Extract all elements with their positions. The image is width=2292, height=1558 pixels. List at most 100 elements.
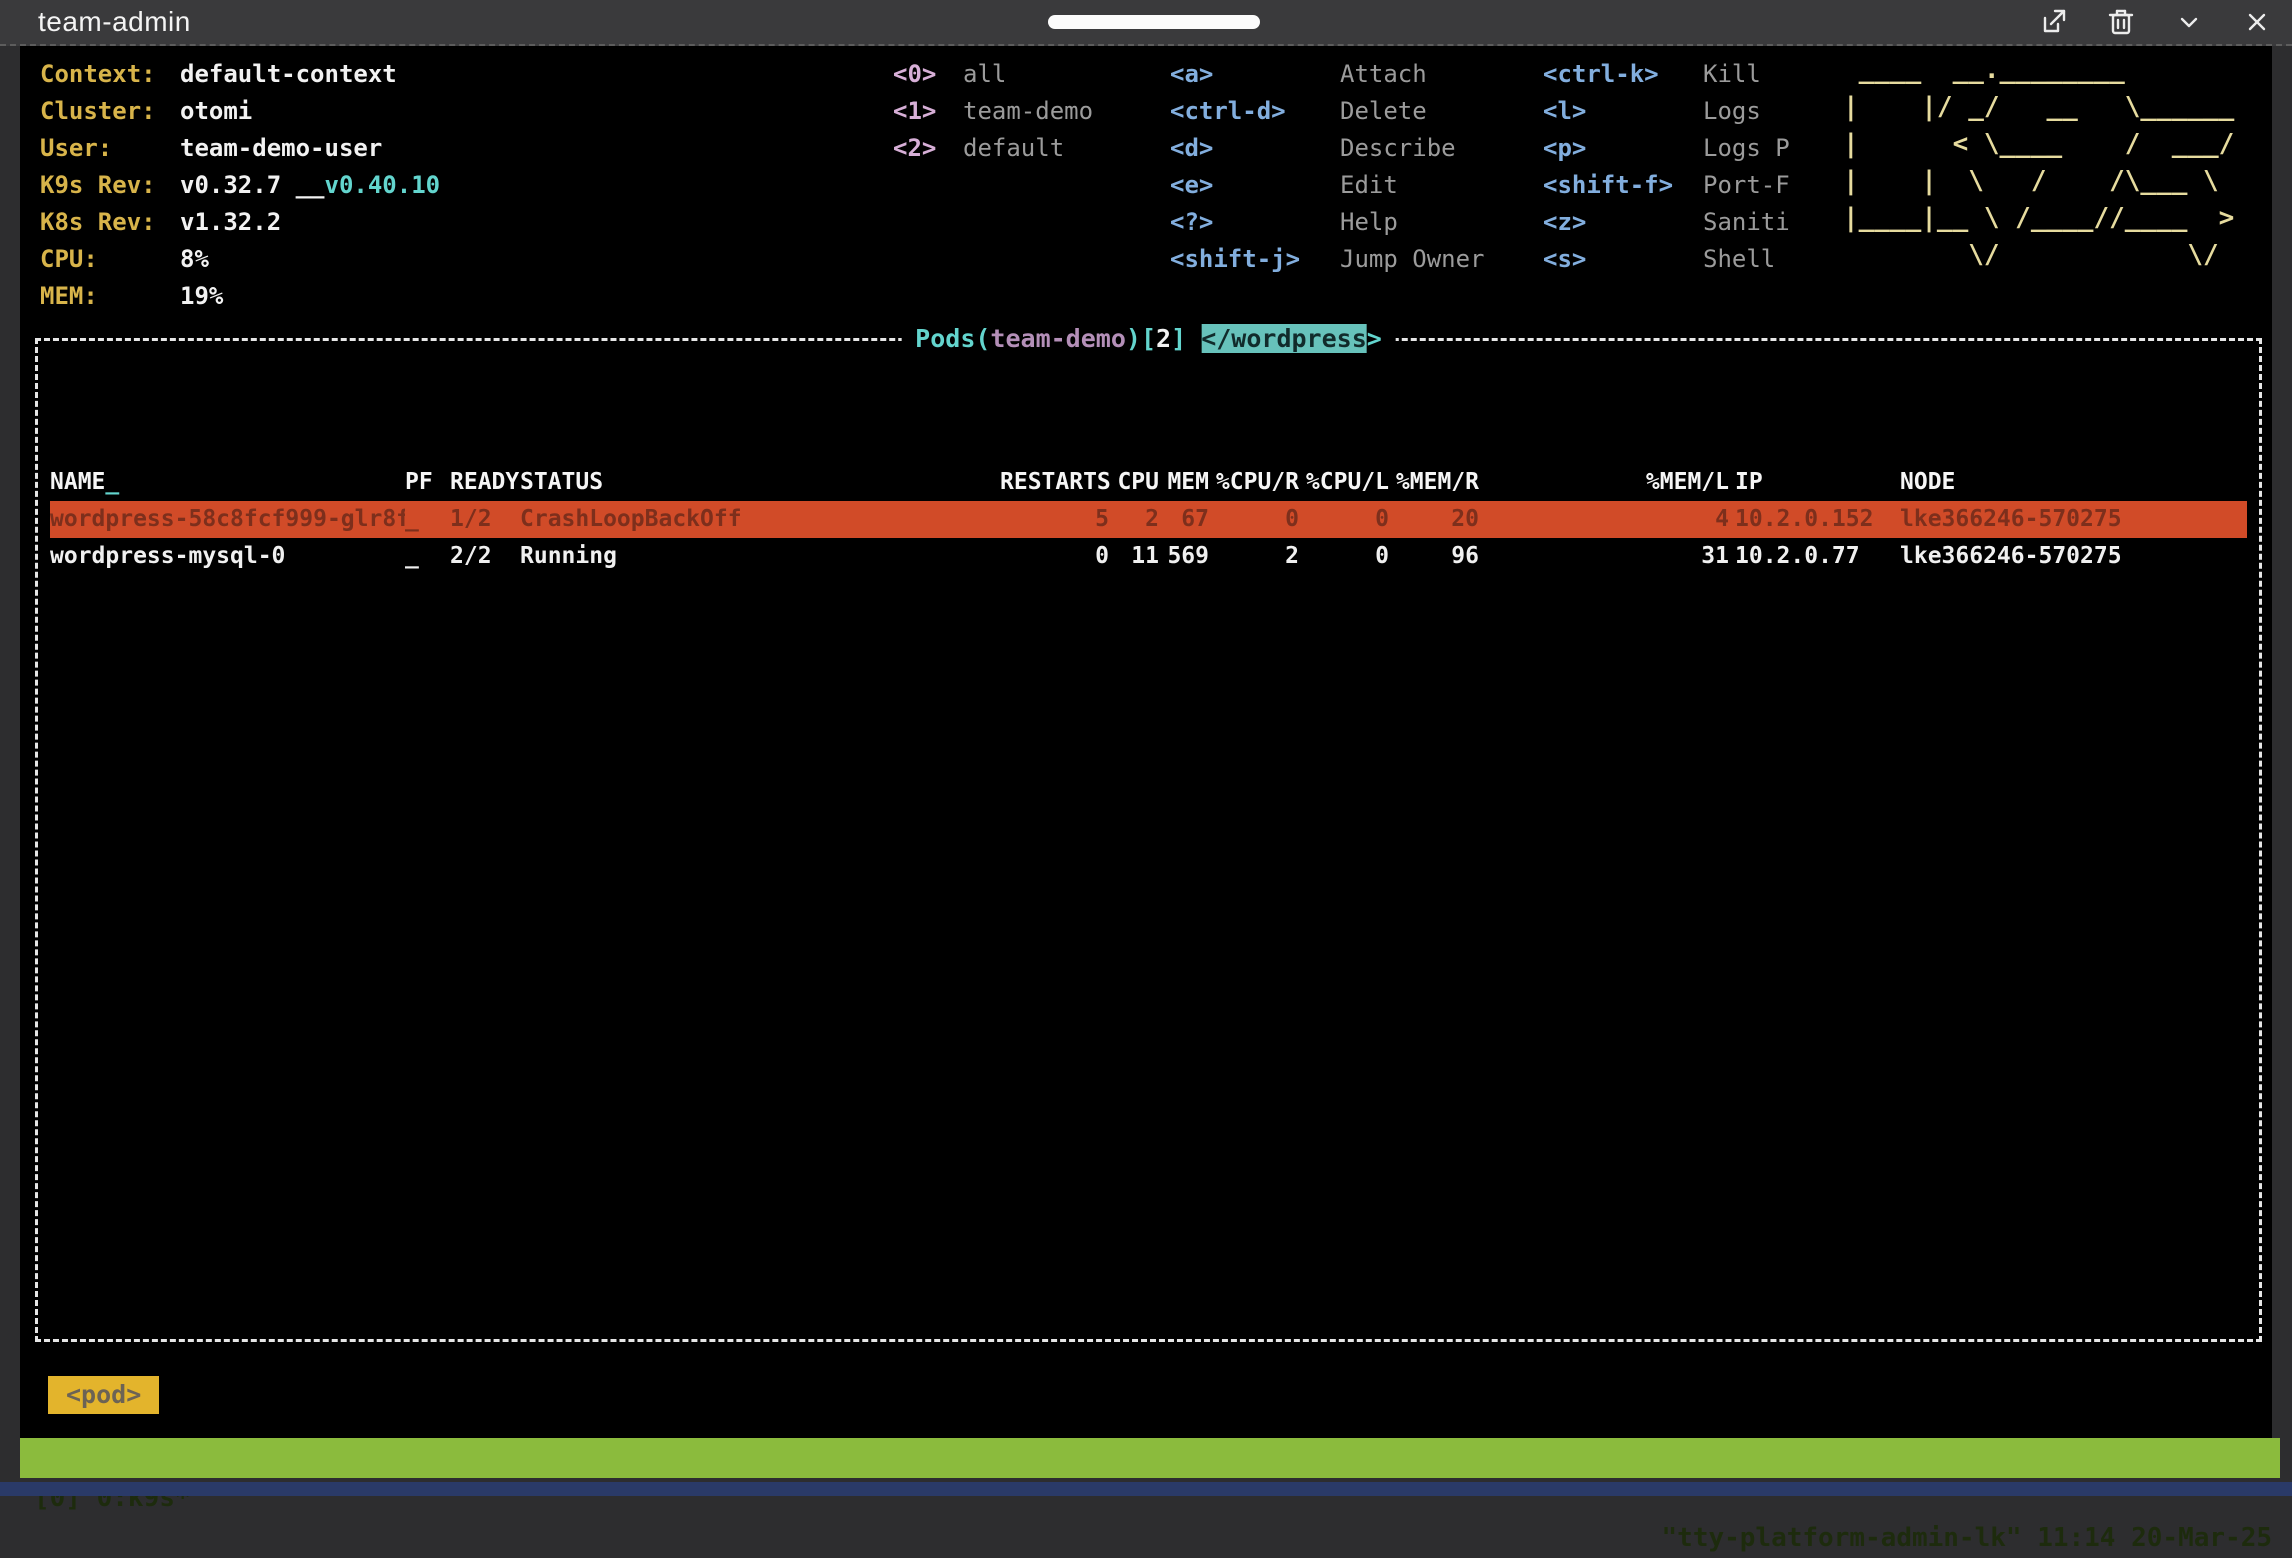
info-value: v1.32.2	[180, 204, 281, 241]
drag-handle[interactable]	[1048, 15, 1260, 29]
action-shortcut-key: <ctrl-k>	[1543, 56, 1659, 93]
action-shortcut-label: Kill	[1703, 56, 1761, 93]
cell: 0	[1305, 501, 1395, 538]
info-value: team-demo-user	[180, 130, 382, 167]
cell: 0	[1215, 501, 1305, 538]
cell: Running	[520, 538, 1000, 575]
action-shortcut-label: Attach	[1340, 56, 1427, 93]
action-shortcut-label: Jump Owner	[1340, 241, 1485, 278]
cell: 0	[1305, 538, 1395, 575]
action-shortcut-label: Describe	[1340, 130, 1456, 167]
action-shortcut-key: <shift-f>	[1543, 167, 1673, 204]
titlebar: team-admin	[0, 0, 2292, 46]
action-shortcut-key: <ctrl-d>	[1170, 93, 1286, 130]
action-shortcut-key: <shift-j>	[1170, 241, 1300, 278]
column-header: NODE	[1900, 464, 2247, 501]
action-shortcut-label: Logs P	[1703, 130, 1790, 167]
breadcrumb-part: )	[1126, 324, 1141, 353]
cell: 10.2.0.77	[1735, 538, 1900, 575]
action-shortcut-key: <?>	[1170, 204, 1213, 241]
column-header: %MEM/L	[1485, 464, 1735, 501]
action-shortcut-key: <s>	[1543, 241, 1586, 278]
window-title: team-admin	[38, 6, 191, 38]
column-header: NAME_	[50, 464, 405, 501]
chevron-down-icon[interactable]	[2172, 5, 2206, 39]
action-shortcut-key: <d>	[1170, 130, 1213, 167]
cell: lke366246-570275	[1900, 538, 2247, 575]
table-header-row: NAME_PFREADYSTATUSRESTARTSCPUMEM%CPU/R%C…	[50, 464, 2247, 501]
info-label: K8s Rev:	[40, 204, 156, 241]
cell: 1/2	[450, 501, 520, 538]
action-shortcut-label: Logs	[1703, 93, 1761, 130]
column-header: PF	[405, 464, 450, 501]
cell: wordpress-mysql-0	[50, 538, 405, 575]
namespace-shortcut-label: default	[963, 130, 1064, 167]
column-header: %MEM/R	[1395, 464, 1485, 501]
open-in-new-icon[interactable]	[2036, 5, 2070, 39]
cell: _	[405, 501, 450, 538]
breadcrumb-part: Pods(	[915, 324, 990, 353]
cell: 4	[1485, 501, 1735, 538]
cell: 5	[1000, 501, 1115, 538]
action-shortcut-label: Help	[1340, 204, 1398, 241]
bottom-strip	[0, 1482, 2292, 1496]
resource-badge: <pod>	[48, 1376, 159, 1414]
column-header: CPU	[1115, 464, 1165, 501]
cell: _	[405, 538, 450, 575]
column-header: IP	[1735, 464, 1900, 501]
tmux-status-bar: [0] 0:k9s* "tty-platform-admin-lk" 11:14…	[20, 1438, 2280, 1478]
action-shortcut-key: <a>	[1170, 56, 1213, 93]
info-value: 19%	[180, 278, 223, 315]
info-label: Context:	[40, 56, 156, 93]
pod-row[interactable]: wordpress-mysql-0_2/2Running011569209631…	[50, 538, 2247, 575]
action-shortcut-key: <l>	[1543, 93, 1586, 130]
cell: wordpress-58c8fcf999-glr8f	[50, 501, 405, 538]
action-shortcut-label: Edit	[1340, 167, 1398, 204]
column-header: MEM	[1165, 464, 1215, 501]
pods-table: NAME_PFREADYSTATUSRESTARTSCPUMEM%CPU/R%C…	[38, 452, 2259, 575]
column-header: %CPU/L	[1305, 464, 1395, 501]
cell: 11	[1115, 538, 1165, 575]
namespace-shortcut-key: <0>	[893, 56, 936, 93]
namespace-shortcut-key: <2>	[893, 130, 936, 167]
action-shortcut-key: <z>	[1543, 204, 1586, 241]
tmux-host-datetime: "tty-platform-admin-lk" 11:14 20-Mar-25	[1662, 1518, 2272, 1558]
column-header: RESTARTS	[1000, 464, 1115, 501]
cell: 0	[1000, 538, 1115, 575]
action-shortcut-label: Delete	[1340, 93, 1427, 130]
cell: 96	[1395, 538, 1485, 575]
cell: 10.2.0.152	[1735, 501, 1900, 538]
cell: CrashLoopBackOff	[520, 501, 1000, 538]
info-label: MEM:	[40, 278, 98, 315]
action-shortcut-label: Saniti	[1703, 204, 1790, 241]
titlebar-icons	[2036, 5, 2274, 39]
cell: 569	[1165, 538, 1215, 575]
cell: 20	[1395, 501, 1485, 538]
info-value: default-context	[180, 56, 397, 93]
close-icon[interactable]	[2240, 5, 2274, 39]
info-label: K9s Rev:	[40, 167, 156, 204]
pods-panel: Pods(team-demo)[2] </wordpress> NAME_PFR…	[35, 338, 2262, 1342]
info-value: otomi	[180, 93, 252, 130]
cell: lke366246-570275	[1900, 501, 2247, 538]
cell: 2	[1115, 501, 1165, 538]
terminal-screen: Context: default-context Cluster: otomi User…	[20, 46, 2272, 1438]
breadcrumb-part: [	[1141, 324, 1156, 353]
namespace-shortcut-label: team-demo	[963, 93, 1093, 130]
info-label: Cluster:	[40, 93, 156, 130]
action-shortcut-key: <p>	[1543, 130, 1586, 167]
trash-icon[interactable]	[2104, 5, 2138, 39]
pod-row[interactable]: wordpress-58c8fcf999-glr8f_1/2CrashLoopB…	[50, 501, 2247, 538]
cell: 31	[1485, 538, 1735, 575]
namespace-shortcut-label: all	[963, 56, 1006, 93]
namespace-shortcut-key: <1>	[893, 93, 936, 130]
info-value: v0.32.7 __v0.40.10	[180, 167, 440, 204]
breadcrumb-part: ]	[1171, 324, 1201, 353]
column-header: %CPU/R	[1215, 464, 1305, 501]
info-label: User:	[40, 130, 112, 167]
breadcrumb-part: 2	[1156, 324, 1171, 353]
action-shortcut-label: Port-F	[1703, 167, 1790, 204]
breadcrumb-part: team-demo	[990, 324, 1125, 353]
info-label: CPU:	[40, 241, 98, 278]
info-value: 8%	[180, 241, 209, 278]
